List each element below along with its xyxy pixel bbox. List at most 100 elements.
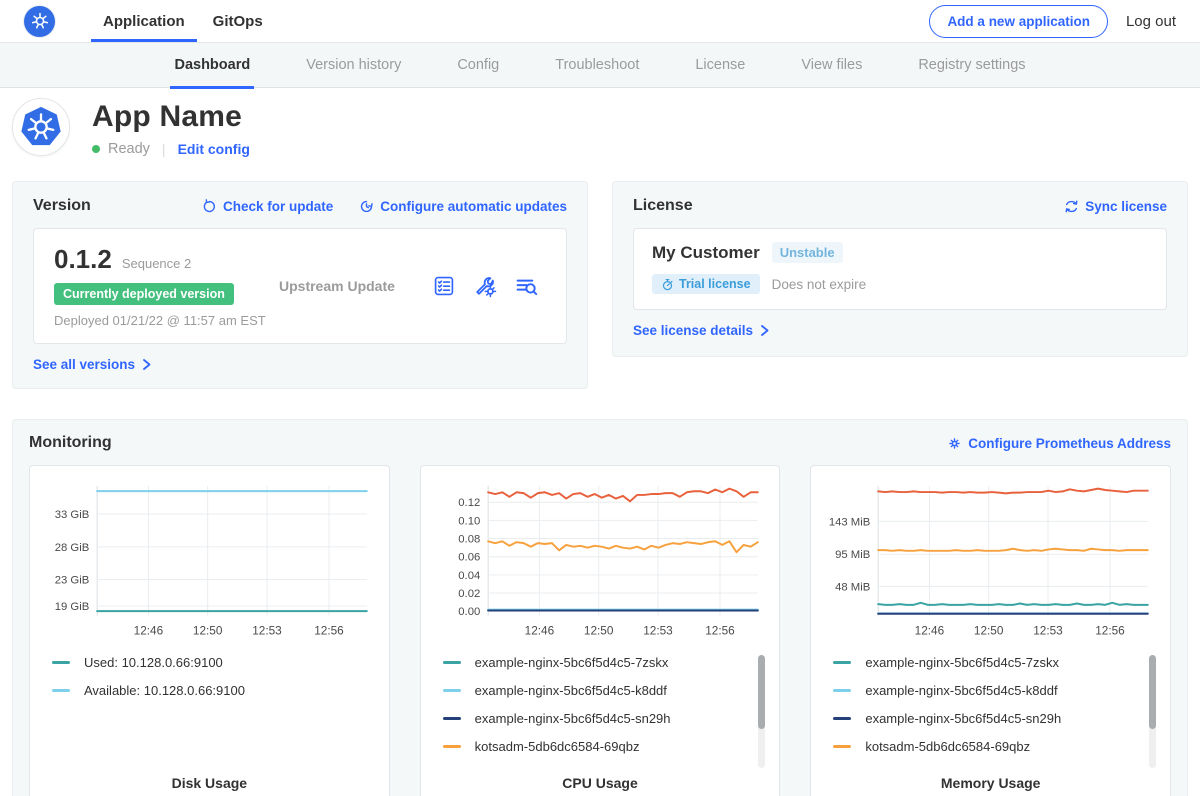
update-type-label: Upstream Update	[279, 278, 432, 294]
kubernetes-icon	[20, 106, 62, 148]
app-status-row: Ready | Edit config	[92, 141, 250, 157]
monitoring-title: Monitoring	[29, 434, 112, 452]
legend-item: example-nginx-5bc6f5d4c5-k8ddf	[443, 683, 752, 698]
chart-title: CPU Usage	[435, 767, 766, 796]
legend-item: example-nginx-5bc6f5d4c5-sn29h	[833, 711, 1142, 726]
legend-color-dash	[443, 661, 461, 664]
legend-scrollbar-thumb[interactable]	[758, 655, 765, 729]
app-avatar	[12, 98, 70, 156]
legend-item: kotsadm-5db6dc6584-69qbz	[833, 739, 1142, 754]
license-expiry: Does not expire	[772, 277, 867, 292]
tab-version-history[interactable]: Version history	[306, 42, 401, 88]
tab-license[interactable]: License	[695, 42, 745, 88]
logout-button[interactable]: Log out	[1126, 13, 1176, 30]
svg-text:28 GiB: 28 GiB	[55, 542, 90, 554]
legend-scrollbar[interactable]	[1149, 655, 1156, 768]
edit-config-link[interactable]: Edit config	[178, 141, 250, 157]
file-search-icon[interactable]	[514, 274, 538, 298]
legend-label: Available: 10.128.0.66:9100	[84, 683, 245, 698]
kubernetes-logo	[24, 6, 55, 37]
legend-label: example-nginx-5bc6f5d4c5-k8ddf	[475, 683, 667, 698]
chevron-right-icon	[759, 324, 770, 337]
svg-text:0.06: 0.06	[458, 552, 480, 564]
svg-text:0.00: 0.00	[458, 606, 480, 618]
tab-config[interactable]: Config	[457, 42, 499, 88]
topnav-tab-label: GitOps	[213, 13, 263, 30]
chevron-right-icon	[141, 358, 152, 371]
svg-text:12:56: 12:56	[705, 623, 735, 637]
legend-item: example-nginx-5bc6f5d4c5-7zskx	[833, 655, 1142, 670]
legend-scrollbar[interactable]	[758, 655, 765, 768]
svg-text:33 GiB: 33 GiB	[55, 509, 90, 521]
sync-license-link[interactable]: Sync license	[1064, 199, 1167, 214]
topnav-tab-application[interactable]: Application	[89, 0, 199, 42]
cards-row: Version Check for update	[12, 181, 1188, 389]
tab-view-files[interactable]: View files	[801, 42, 862, 88]
svg-text:23 GiB: 23 GiB	[55, 575, 90, 587]
legend-color-dash	[52, 689, 70, 692]
see-license-details-link[interactable]: See license details	[633, 323, 770, 338]
legend-item: Available: 10.128.0.66:9100	[52, 683, 361, 698]
sequence-label: Sequence 2	[122, 256, 191, 271]
version-info: 0.1.2 Sequence 2 Currently deployed vers…	[54, 244, 279, 328]
chart-title: Memory Usage	[825, 767, 1156, 796]
add-application-button[interactable]: Add a new application	[929, 5, 1108, 38]
legend-item: example-nginx-5bc6f5d4c5-k8ddf	[833, 683, 1142, 698]
license-card-header: License Sync license	[633, 197, 1167, 215]
svg-text:0.12: 0.12	[458, 497, 480, 509]
svg-text:12:53: 12:53	[1034, 623, 1064, 637]
legend-color-dash	[443, 717, 461, 720]
topnav-tabs: Application GitOps	[89, 0, 277, 42]
see-all-versions-link[interactable]: See all versions	[33, 357, 152, 372]
chart-title: Disk Usage	[44, 767, 375, 796]
helm-wheel-icon	[29, 10, 51, 32]
svg-text:12:50: 12:50	[974, 623, 1004, 637]
svg-text:0.08: 0.08	[458, 533, 480, 545]
check-for-update-label: Check for update	[223, 199, 333, 214]
see-license-details-row: See license details	[633, 323, 1167, 338]
customer-name: My Customer	[652, 243, 760, 263]
cpu-usage-legend: example-nginx-5bc6f5d4c5-7zskx example-ng…	[435, 655, 766, 754]
svg-text:48 MiB: 48 MiB	[835, 581, 870, 593]
tab-registry-settings[interactable]: Registry settings	[918, 42, 1025, 88]
wrench-gear-icon[interactable]	[473, 274, 497, 298]
stopwatch-icon	[661, 278, 674, 291]
channel-badge: Unstable	[772, 242, 843, 263]
legend-color-dash	[833, 745, 851, 748]
topnav-tab-gitops[interactable]: GitOps	[199, 0, 277, 42]
deployed-timestamp: Deployed 01/21/22 @ 11:57 am EST	[54, 313, 279, 328]
configure-prometheus-link[interactable]: Configure Prometheus Address	[947, 436, 1171, 451]
svg-text:12:50: 12:50	[584, 623, 614, 637]
version-title: Version	[33, 197, 91, 215]
charts-row: 19 GiB23 GiB28 GiB33 GiB12:4612:5012:531…	[29, 465, 1171, 796]
app-header: App Name Ready | Edit config	[0, 88, 1200, 171]
deployed-badge: Currently deployed version	[54, 283, 234, 305]
page-title: App Name	[92, 100, 250, 134]
legend-scrollbar-thumb[interactable]	[1149, 655, 1156, 729]
legend-label: kotsadm-5db6dc6584-69qbz	[475, 739, 640, 754]
auto-update-icon	[359, 199, 374, 214]
legend-color-dash	[833, 717, 851, 720]
check-for-update-link[interactable]: Check for update	[202, 199, 333, 214]
topnav-right: Add a new application Log out	[929, 5, 1176, 38]
main-content: Version Check for update	[0, 181, 1200, 796]
preflight-checklist-icon[interactable]	[432, 274, 456, 298]
legend-color-dash	[52, 661, 70, 664]
top-navbar: Application GitOps Add a new application…	[0, 0, 1200, 42]
configure-automatic-updates-link[interactable]: Configure automatic updates	[359, 199, 567, 214]
tab-dashboard[interactable]: Dashboard	[174, 42, 250, 88]
tab-troubleshoot[interactable]: Troubleshoot	[555, 42, 639, 88]
license-type-label: Trial license	[679, 277, 751, 291]
legend-label: kotsadm-5db6dc6584-69qbz	[865, 739, 1030, 754]
legend-color-dash	[833, 689, 851, 692]
version-links: Check for update Configure automatic upd…	[202, 199, 567, 214]
svg-text:143 MiB: 143 MiB	[829, 516, 870, 528]
svg-text:12:46: 12:46	[524, 623, 554, 637]
svg-text:12:53: 12:53	[643, 623, 673, 637]
gear-icon	[947, 436, 962, 451]
status-badge: Ready	[108, 141, 150, 157]
legend-item: example-nginx-5bc6f5d4c5-7zskx	[443, 655, 752, 670]
version-actions	[432, 274, 546, 298]
sync-icon	[1064, 199, 1079, 214]
legend-item: kotsadm-5db6dc6584-69qbz	[443, 739, 752, 754]
